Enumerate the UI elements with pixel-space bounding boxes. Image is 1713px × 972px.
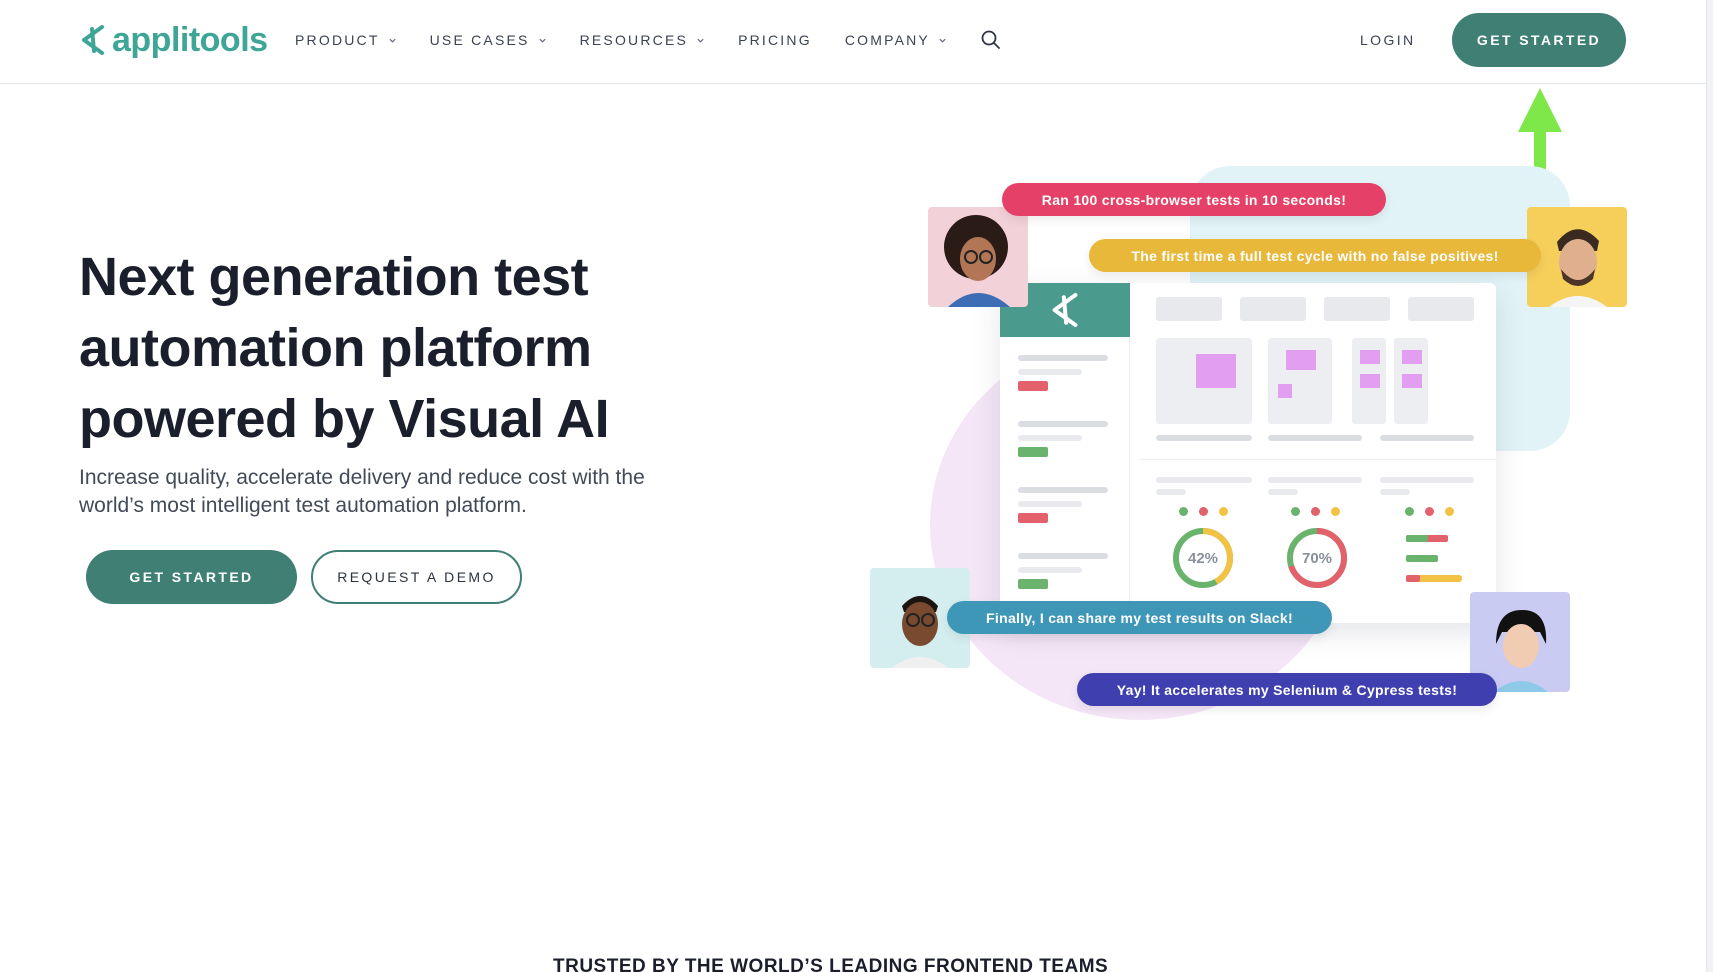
status-dot-green [1291, 507, 1300, 516]
divider [1140, 459, 1496, 460]
hero-title: Next generation test automation platform… [79, 242, 719, 455]
diff-highlight [1196, 354, 1236, 388]
chevron-down-icon [939, 38, 946, 43]
nav-item-product[interactable]: PRODUCT [295, 32, 397, 48]
person-avatar-icon [1549, 229, 1607, 307]
screenshot-panel [1352, 338, 1386, 424]
chevron-down-icon [538, 38, 546, 43]
dashboard-mockup: 42% 70% [1000, 283, 1496, 623]
request-demo-button[interactable]: REQUEST A DEMO [311, 550, 522, 604]
chevron-down-icon [388, 38, 396, 43]
nav-label: USE CASES [429, 32, 530, 48]
status-dot-green [1405, 507, 1414, 516]
avatar-woman-curly-hair [928, 207, 1028, 307]
status-dot-green [1179, 507, 1188, 516]
header-get-started-button[interactable]: GET STARTED [1452, 13, 1626, 67]
placeholder-bar [1268, 489, 1298, 495]
diff-highlight [1402, 350, 1422, 364]
diff-highlight [1360, 350, 1380, 364]
status-bar-pass [1406, 535, 1428, 542]
hero-get-started-button[interactable]: GET STARTED [86, 550, 297, 604]
search-icon[interactable] [980, 29, 1002, 51]
diff-highlight [1402, 374, 1422, 388]
hero-subtitle: Increase quality, accelerate delivery an… [79, 464, 719, 520]
gauge-label: 70% [1302, 550, 1332, 567]
hero-title-line: automation platform [79, 318, 592, 378]
diff-highlight [1286, 350, 1316, 370]
site-header: applitools PRODUCT USE CASES RESOURCES P… [0, 0, 1713, 84]
placeholder-tab [1408, 297, 1474, 321]
gauge-label: 42% [1188, 550, 1218, 567]
nav-item-use-cases[interactable]: USE CASES [430, 32, 547, 48]
placeholder-bar [1268, 477, 1362, 483]
testimonial-bubble: The first time a full test cycle with no… [1089, 239, 1541, 272]
brand-name: applitools [112, 20, 268, 59]
person-avatar-icon [944, 215, 1010, 307]
avatar-man-beard [1527, 207, 1627, 307]
placeholder-bar [1380, 489, 1410, 495]
hero-title-line: Next generation test [79, 247, 589, 307]
dashboard-sidebar [1000, 283, 1130, 623]
placeholder-bar [1018, 567, 1082, 573]
placeholder-bar [1380, 435, 1474, 441]
placeholder-bar [1268, 435, 1362, 441]
status-bar-pass [1018, 579, 1048, 589]
login-link[interactable]: LOGIN [1360, 32, 1416, 48]
nav-item-pricing[interactable]: PRICING [738, 32, 812, 48]
status-dot-red [1425, 507, 1434, 516]
nav-item-company[interactable]: COMPANY [845, 32, 947, 48]
placeholder-bar [1018, 369, 1082, 375]
nav-label: COMPANY [844, 32, 930, 48]
nav-label: PRICING [738, 32, 812, 48]
placeholder-bar [1018, 487, 1108, 493]
applitools-logo-icon [82, 25, 104, 55]
placeholder-bar [1380, 477, 1474, 483]
status-bar-fail [1018, 513, 1048, 523]
placeholder-bar [1018, 553, 1108, 559]
screenshot-panel [1268, 338, 1332, 424]
status-dot-yellow [1219, 507, 1228, 516]
status-bar-pass [1018, 447, 1048, 457]
placeholder-tab [1324, 297, 1390, 321]
hero-illustration: 42% 70% Ran 100 cross-browser tests in 1… [860, 160, 1640, 730]
status-dot-yellow [1331, 507, 1340, 516]
nav-label: PRODUCT [295, 32, 380, 48]
gauge-42: 42% [1173, 528, 1233, 588]
main-nav: PRODUCT USE CASES RESOURCES PRICING COMP… [295, 28, 1002, 52]
hero-subtitle-line: world’s most intelligent test automation… [79, 494, 527, 517]
placeholder-bar [1156, 489, 1186, 495]
status-bar-pass [1406, 555, 1438, 562]
status-dot-yellow [1445, 507, 1454, 516]
testimonial-bubble: Yay! It accelerates my Selenium & Cypres… [1077, 673, 1497, 706]
screenshot-panel [1394, 338, 1428, 424]
placeholder-bar [1156, 477, 1252, 483]
status-dot-red [1311, 507, 1320, 516]
placeholder-bar [1018, 355, 1108, 361]
nav-item-resources[interactable]: RESOURCES [580, 32, 705, 48]
screenshot-panel [1156, 338, 1252, 424]
nav-label: RESOURCES [579, 32, 689, 48]
testimonial-bubble: Ran 100 cross-browser tests in 10 second… [1002, 183, 1386, 216]
status-bar-fail [1018, 381, 1048, 391]
hero-subtitle-line: Increase quality, accelerate delivery an… [79, 466, 645, 489]
placeholder-bar [1018, 421, 1108, 427]
diff-highlight [1278, 384, 1292, 398]
placeholder-bar [1018, 501, 1082, 507]
scrollbar-track[interactable] [1706, 0, 1713, 972]
status-bar-fail [1406, 575, 1420, 582]
gauge-70: 70% [1287, 528, 1347, 588]
placeholder-tab [1156, 297, 1222, 321]
diff-highlight [1360, 374, 1380, 388]
testimonial-bubble: Finally, I can share my test results on … [947, 601, 1332, 634]
placeholder-tab [1240, 297, 1306, 321]
brand-logo[interactable]: applitools [80, 18, 268, 62]
hero-title-line: powered by Visual AI [79, 389, 610, 449]
applitools-logo-icon [1052, 292, 1078, 328]
status-dot-red [1199, 507, 1208, 516]
trusted-heading: TRUSTED BY THE WORLD’S LEADING FRONTEND … [553, 956, 1109, 972]
chevron-down-icon [697, 38, 704, 43]
placeholder-bar [1156, 435, 1252, 441]
placeholder-bar [1018, 435, 1082, 441]
